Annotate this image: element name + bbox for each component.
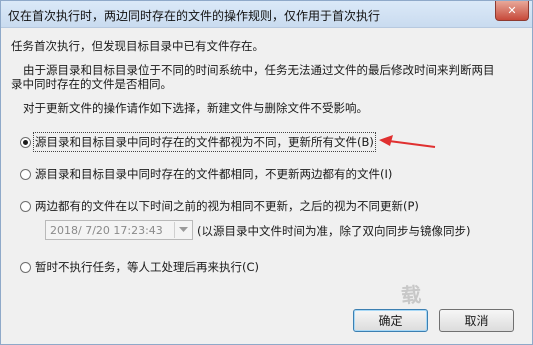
option-postpone-label[interactable]: 暂时不执行任务，等人工处理后再来执行(C) [35,259,259,275]
info-line-3: 对于更新文件的操作请作如下选择，新建文件与删除文件不受影响。 [23,101,368,115]
dialog-title: 仅在首次执行时，两边同时存在的文件的操作规则，仅作用于首次执行 [8,9,381,23]
radio-update-all[interactable] [20,137,31,148]
title-bar[interactable]: 仅在首次执行时，两边同时存在的文件的操作规则，仅作用于首次执行 ✕ [1,1,532,28]
ok-button[interactable]: 确定 [353,309,428,332]
datetime-value: 2018/ 7/20 17:23:43 [50,224,163,237]
radio-treat-same[interactable] [20,169,31,180]
close-button[interactable]: ✕ [495,1,529,21]
annotation-arrow-icon [379,135,436,148]
radio-by-time[interactable] [20,201,31,212]
option-update-all-label[interactable]: 源目录和目标目录中同时存在的文件都视为不同，更新所有文件(B) [33,132,376,152]
calendar-dropdown-icon[interactable] [174,222,191,238]
option-treat-same-label[interactable]: 源目录和目标目录中同时存在的文件都相同，不更新两边都有的文件(I) [35,166,392,182]
cancel-button[interactable]: 取消 [439,309,514,332]
close-icon: ✕ [507,4,517,17]
option-by-time-label[interactable]: 两边都有的文件在以下时间之前的视为相同不更新，之后的视为不同更新(P) [35,198,419,214]
info-line-2b: 录中同时存在的文件是否相同。 [11,77,172,91]
info-line-1: 任务首次执行，但发现目标目录中已有文件存在。 [11,39,264,53]
radio-postpone[interactable] [20,262,31,273]
datetime-note: (以源目录中文件时间为准，除了双向同步与镜像同步) [197,224,471,238]
watermark-logo: 载 [400,282,424,308]
dialog-body: 任务首次执行，但发现目标目录中已有文件存在。 由于源目录和目标目录位于不同的时间… [5,28,528,342]
datetime-picker[interactable]: 2018/ 7/20 17:23:43 [45,220,193,240]
dialog-window: 仅在首次执行时，两边同时存在的文件的操作规则，仅作用于首次执行 ✕ 任务首次执行… [0,0,533,345]
